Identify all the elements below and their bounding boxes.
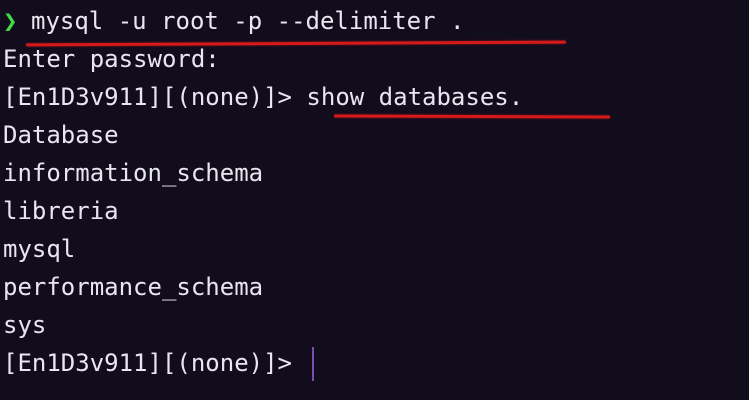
result-row: performance_schema	[3, 273, 264, 301]
result-row: information_schema	[3, 159, 264, 187]
terminal-output: ❯ mysql -u root -p --delimiter . Enter pa…	[3, 2, 749, 382]
terminal-window[interactable]: ❯ mysql -u root -p --delimiter . Enter pa…	[0, 0, 749, 400]
prompt-chevron-icon: ❯	[3, 7, 18, 35]
mysql-prompt: [En1D3v911][(none)]>	[3, 349, 307, 377]
text-cursor	[312, 347, 315, 381]
result-row: sys	[3, 311, 47, 339]
mysql-query-line: [En1D3v911][(none)]> show databases.	[3, 83, 524, 111]
result-header: Database	[3, 121, 119, 149]
command-line: ❯ mysql -u root -p --delimiter .	[3, 2, 749, 40]
result-row: libreria	[3, 197, 119, 225]
result-row: mysql	[3, 235, 76, 263]
mysql-prompt-line[interactable]: [En1D3v911][(none)]>	[3, 344, 749, 382]
command-text: mysql -u root -p --delimiter .	[31, 7, 465, 35]
